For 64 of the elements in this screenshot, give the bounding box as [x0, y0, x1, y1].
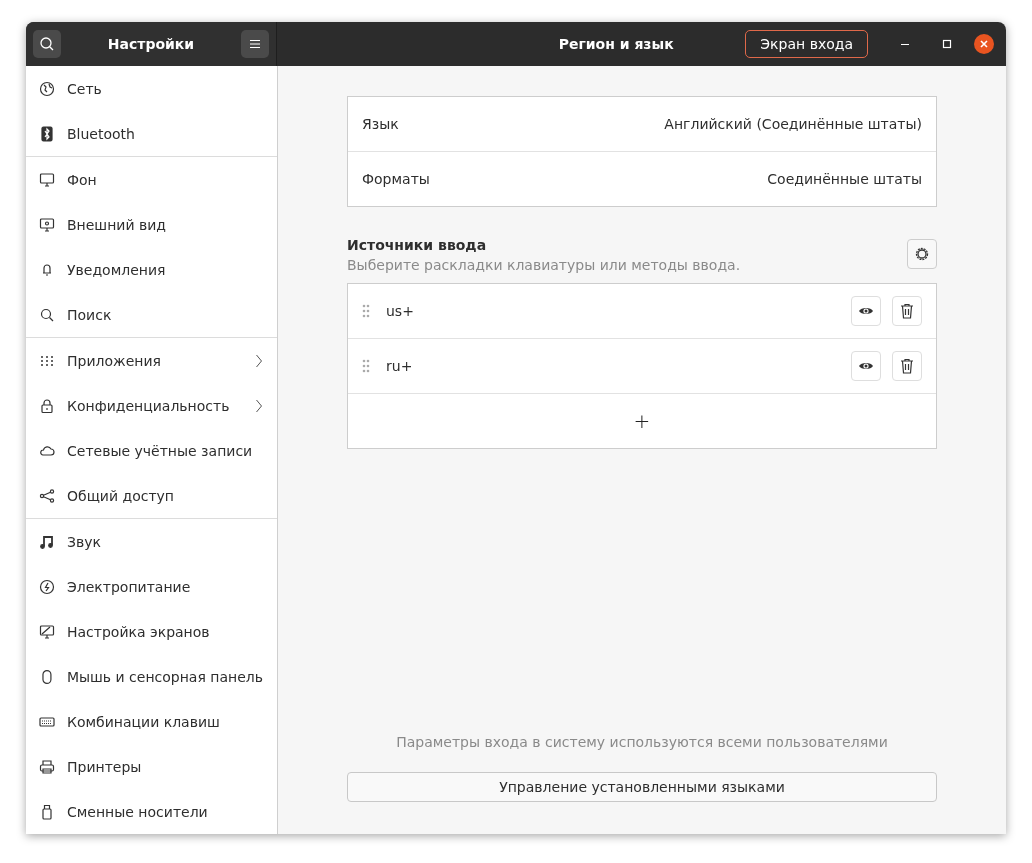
- sidebar-item[interactable]: Электропитание: [26, 564, 277, 609]
- search-icon: [39, 306, 55, 323]
- window-title: Регион и язык: [557, 36, 675, 52]
- monitor-eye-icon: [39, 216, 55, 233]
- preview-button[interactable]: [851, 296, 881, 326]
- usb-drive-icon: [39, 803, 55, 820]
- sidebar-item[interactable]: Общий доступ: [26, 473, 277, 518]
- sidebar-title: Настройки: [106, 36, 196, 52]
- section-subtitle: Выберите раскладки клавиатуры или методы ввода.: [347, 257, 742, 273]
- footer-note: Параметры входа в систему используются всеми пользователями: [395, 734, 889, 750]
- settings-row[interactable]: Форматы Соединённые штаты: [348, 152, 936, 206]
- trash-icon: [900, 358, 914, 374]
- bluetooth-icon: [39, 125, 55, 142]
- sidebar-item[interactable]: Уведомления: [26, 247, 277, 292]
- sidebar-item[interactable]: Звук: [26, 519, 277, 564]
- sidebar-item[interactable]: Поиск: [26, 292, 277, 337]
- globe-icon: [39, 80, 55, 97]
- remove-button[interactable]: [892, 296, 922, 326]
- drag-handle-icon[interactable]: [362, 358, 370, 374]
- power-icon: [39, 578, 55, 595]
- sidebar-item[interactable]: Сеть: [26, 66, 277, 111]
- maximize-icon: [942, 39, 952, 49]
- sidebar-item[interactable]: Внешний вид: [26, 202, 277, 247]
- eye-icon: [858, 305, 874, 317]
- close-button[interactable]: [974, 34, 994, 54]
- music-note-icon: [39, 533, 55, 550]
- share-icon: [39, 487, 55, 504]
- padlock-icon: [39, 397, 55, 414]
- minimize-icon: [901, 43, 909, 45]
- preview-button[interactable]: [851, 351, 881, 381]
- mouse-icon: [39, 668, 55, 685]
- sidebar-item[interactable]: Мышь и сенсорная панель: [26, 654, 277, 699]
- sidebar-item[interactable]: Настройка экранов: [26, 609, 277, 654]
- sidebar-item[interactable]: Сетевые учётные записи: [26, 428, 277, 473]
- settings-row[interactable]: Язык Английский (Соединённые штаты): [348, 97, 936, 152]
- search-icon: [39, 36, 55, 52]
- sidebar-item[interactable]: Сменные носители: [26, 789, 277, 834]
- monitor-icon: [39, 171, 55, 188]
- eye-icon: [858, 360, 874, 372]
- sidebar-item[interactable]: Фон: [26, 157, 277, 202]
- add-input-source-button[interactable]: +: [625, 409, 659, 433]
- sidebar-item[interactable]: Приложения: [26, 338, 277, 383]
- section-title: Источники ввода: [347, 237, 488, 253]
- menu-button[interactable]: [241, 30, 269, 58]
- drag-handle-icon[interactable]: [362, 303, 370, 319]
- printer-icon: [39, 758, 55, 775]
- input-source-row[interactable]: us+: [348, 284, 936, 339]
- display-icon: [39, 623, 55, 640]
- chevron-right-icon: [255, 398, 263, 413]
- search-button[interactable]: [33, 30, 61, 58]
- input-source-row[interactable]: ru+: [348, 339, 936, 394]
- chevron-right-icon: [255, 353, 263, 368]
- sidebar-item[interactable]: Конфиденциальность: [26, 383, 277, 428]
- close-icon: [979, 39, 989, 49]
- login-screen-button[interactable]: Экран входа: [745, 30, 868, 58]
- remove-button[interactable]: [892, 351, 922, 381]
- sidebar-item[interactable]: Комбинации клавиш: [26, 699, 277, 744]
- sidebar-item[interactable]: Принтеры: [26, 744, 277, 789]
- settings-button[interactable]: [907, 239, 937, 269]
- gear-icon: [914, 246, 930, 262]
- trash-icon: [900, 303, 914, 319]
- sidebar-item[interactable]: Bluetooth: [26, 111, 277, 156]
- menu-icon: [249, 38, 261, 50]
- manage-languages-button[interactable]: Управление установленными языками: [347, 772, 937, 802]
